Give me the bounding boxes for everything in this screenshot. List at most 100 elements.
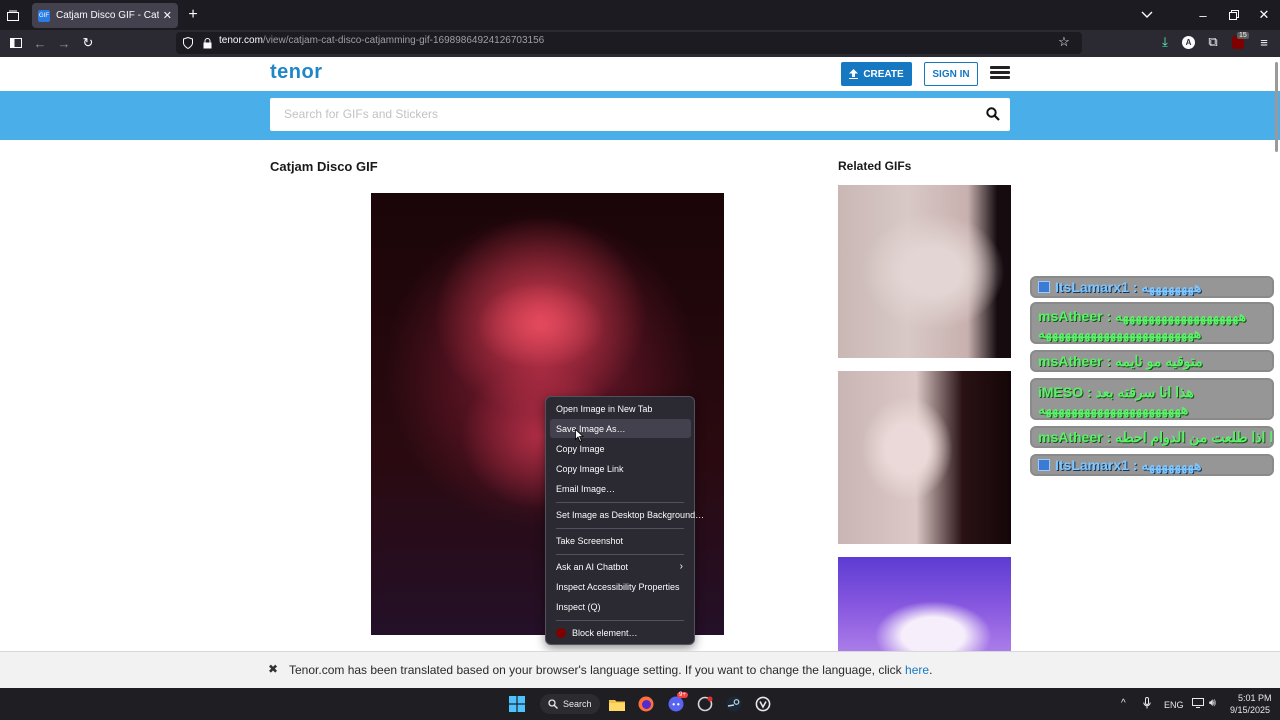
change-language-link[interactable]: here	[905, 663, 929, 677]
chat-text: متوقيه مو نايمه	[1115, 352, 1203, 369]
tab-active[interactable]: GIF Catjam Disco GIF - Catjam Cat Disc ✕	[32, 3, 178, 28]
menu-take-screenshot[interactable]: Take Screenshot	[550, 531, 691, 550]
chat-text: هذا اذا طلعت من الدوام احطه	[1115, 428, 1274, 445]
sign-in-button[interactable]: SIGN IN	[924, 62, 978, 86]
microphone-icon[interactable]	[1143, 697, 1151, 712]
overwatch-icon[interactable]	[753, 694, 773, 714]
minimize-icon[interactable]: –	[1196, 8, 1210, 23]
translation-message: Tenor.com has been translated based on y…	[289, 663, 932, 677]
app-menu-icon[interactable]: ≡	[1257, 35, 1271, 50]
chat-message-1: ItsLamarx1 : ههههههههه	[1030, 276, 1274, 298]
menu-open-image-new-tab[interactable]: Open Image in New Tab	[550, 399, 691, 418]
menu-inspect[interactable]: Inspect (Q)	[550, 597, 691, 616]
submenu-arrow-icon: ›	[679, 561, 683, 572]
related-gif-1[interactable]	[838, 185, 1011, 358]
twitch-icon	[1038, 459, 1050, 471]
network-icon[interactable]	[1192, 698, 1204, 710]
tab-list-icon[interactable]	[6, 8, 20, 22]
close-notice-icon[interactable]: ✖	[268, 662, 278, 676]
chat-user: msAtheer	[1038, 429, 1103, 445]
tab-title: Catjam Disco GIF - Catjam Cat Disc	[56, 10, 159, 21]
search-icon	[548, 699, 558, 709]
sidebar-toggle-icon[interactable]	[9, 36, 23, 50]
create-label: CREATE	[863, 68, 904, 80]
overwolf-icon[interactable]	[695, 694, 715, 714]
chat-text: ههههههههه	[1141, 278, 1202, 295]
lock-icon[interactable]	[201, 36, 213, 50]
tenor-favicon-icon: GIF	[38, 9, 50, 22]
menu-separator	[556, 502, 684, 503]
tenor-logo[interactable]: tenor	[270, 61, 323, 84]
url-host: tenor.com	[219, 35, 263, 46]
list-all-tabs-icon[interactable]	[1140, 8, 1154, 22]
maximize-icon[interactable]	[1227, 8, 1241, 22]
twitch-icon	[1038, 281, 1050, 293]
gif-title: Catjam Disco GIF	[270, 159, 378, 174]
chat-text-continued: ههههههههههههههههههههههههه	[1038, 325, 1202, 341]
close-window-icon[interactable]: ✕	[1257, 7, 1271, 22]
menu-save-image-as[interactable]: Save Image As…	[550, 419, 691, 438]
chat-message-4: iMESO : هذا انا سرقته بعد هههههههههههههه…	[1030, 378, 1274, 420]
ublock-badge: 15	[1237, 32, 1249, 39]
page-scrollbar[interactable]	[1275, 62, 1278, 152]
menu-block-element-label: Block element…	[572, 627, 638, 638]
hamburger-menu-icon[interactable]	[990, 66, 1010, 80]
volume-icon[interactable]: 🔊︎	[1209, 697, 1216, 710]
menu-separator	[556, 554, 684, 555]
chat-user: msAtheer	[1038, 308, 1103, 324]
chat-user: ItsLamarx1	[1055, 279, 1129, 295]
search-icon[interactable]	[986, 107, 1000, 121]
translation-end: .	[929, 663, 933, 677]
ublock-icon	[556, 627, 566, 638]
create-button[interactable]: CREATE	[841, 62, 912, 86]
search-box[interactable]	[270, 98, 1010, 131]
related-gifs-title: Related GIFs	[838, 159, 912, 173]
taskbar-search[interactable]: Search	[540, 694, 600, 714]
windows-start-icon[interactable]	[507, 694, 527, 714]
chat-message-5: msAtheer : هذا اذا طلعت من الدوام احطه	[1030, 426, 1274, 448]
reload-icon[interactable]: ↻	[81, 35, 95, 50]
clock-date[interactable]: 9/15/2025	[1230, 705, 1270, 715]
file-explorer-icon[interactable]	[607, 694, 627, 714]
shield-icon[interactable]	[182, 36, 194, 50]
chat-message-3: msAtheer : متوقيه مو نايمه	[1030, 350, 1274, 372]
chat-text: ههههههههه	[1141, 456, 1202, 473]
discord-badge: 9+	[677, 692, 688, 698]
menu-copy-image-link[interactable]: Copy Image Link	[550, 459, 691, 478]
translation-notice-bar: ✖ Tenor.com has been translated based on…	[0, 651, 1280, 688]
extensions-icon[interactable]: ⧉	[1206, 34, 1220, 49]
chat-user: iMESO	[1038, 384, 1084, 400]
url-path: /view/catjam-cat-disco-catjamming-gif-16…	[262, 35, 545, 46]
menu-inspect-accessibility[interactable]: Inspect Accessibility Properties	[550, 577, 691, 596]
context-menu: Open Image in New Tab Save Image As… Cop…	[545, 396, 704, 645]
menu-ask-ai-chatbot[interactable]: Ask an AI Chatbot ›	[550, 557, 691, 576]
back-icon[interactable]: ←	[33, 36, 47, 51]
chat-user: msAtheer	[1038, 353, 1103, 369]
taskbar-search-label: Search	[563, 699, 592, 709]
language-indicator[interactable]: ENG	[1164, 700, 1184, 710]
bookmark-star-icon[interactable]: ☆	[1057, 34, 1071, 49]
mouse-cursor-icon	[575, 429, 584, 442]
downloads-icon[interactable]: ⤓	[1158, 34, 1172, 49]
menu-email-image[interactable]: Email Image…	[550, 479, 691, 498]
upload-icon	[849, 69, 859, 79]
search-input[interactable]	[284, 107, 964, 121]
new-tab-icon[interactable]: +	[186, 6, 200, 23]
menu-block-element[interactable]: Block element…	[550, 623, 691, 642]
firefox-icon[interactable]	[636, 694, 656, 714]
steam-icon[interactable]	[724, 694, 744, 714]
url-text[interactable]: tenor.com/view/catjam-cat-disco-catjammi…	[219, 35, 544, 46]
tray-chevron-icon[interactable]: ^	[1121, 698, 1126, 709]
menu-separator	[556, 620, 684, 621]
clock-time[interactable]: 5:01 PM	[1238, 693, 1272, 703]
menu-set-desktop-background[interactable]: Set Image as Desktop Background…	[550, 505, 704, 524]
menu-separator	[556, 528, 684, 529]
related-gif-2[interactable]	[838, 371, 1011, 544]
account-icon[interactable]: A	[1182, 36, 1195, 49]
forward-icon[interactable]: →	[57, 36, 71, 51]
close-tab-icon[interactable]: ✕	[163, 9, 172, 22]
chat-text-continued: ههههههههههههههههههههههه	[1038, 401, 1189, 417]
chat-text: هههههههههههههههههههه	[1115, 308, 1247, 324]
menu-copy-image[interactable]: Copy Image	[550, 439, 691, 458]
browser-tab-bar: GIF Catjam Disco GIF - Catjam Cat Disc ✕…	[0, 0, 1280, 30]
